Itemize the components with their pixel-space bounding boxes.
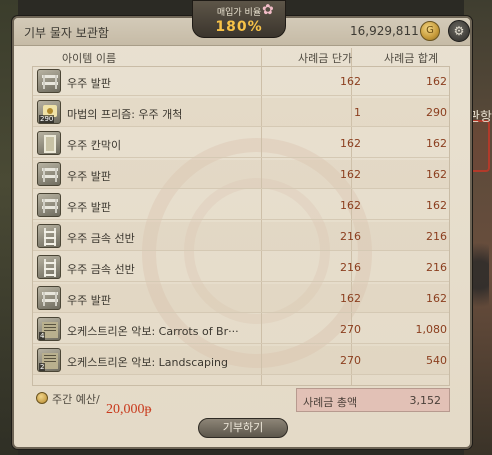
table-row[interactable]: 290 마법의 프리즘: 우주 개척 1 290 <box>33 98 449 127</box>
table-row[interactable]: 우주 칸막이 162 162 <box>33 129 449 158</box>
table-header: 아이템 이름 사례금 단가 사례금 합계 <box>32 48 450 66</box>
item-name: 우주 금속 선반 <box>67 263 135 276</box>
sheet-music-icon: 2 <box>37 348 61 372</box>
item-price: 216 <box>340 261 361 274</box>
donation-window: 기부 물자 보관함 16,929,811 G ⚙ 아이템 이름 사례금 단가 사… <box>12 16 472 449</box>
item-price: 162 <box>340 199 361 212</box>
item-name: 오케스트리온 악보: Landscaping <box>67 356 228 369</box>
scaffold-icon <box>37 69 61 93</box>
item-name: 우주 발판 <box>67 294 111 307</box>
item-price: 270 <box>340 354 361 367</box>
item-price: 1 <box>354 106 361 119</box>
item-total: 216 <box>426 230 447 243</box>
item-total: 162 <box>426 168 447 181</box>
table-row[interactable]: 우주 발판 162 162 <box>33 284 449 313</box>
close-icon[interactable]: ⚙ <box>448 20 470 42</box>
item-price: 216 <box>340 230 361 243</box>
donate-button[interactable]: 기부하기 <box>198 418 288 438</box>
reward-total-label: 사례금 총액 <box>303 396 358 409</box>
item-total: 162 <box>426 137 447 150</box>
item-total: 290 <box>426 106 447 119</box>
table-row[interactable]: 2 오케스트리온 악보: Landscaping 270 540 <box>33 346 449 375</box>
item-name: 우주 발판 <box>67 170 111 183</box>
budget-coin-icon <box>36 392 48 404</box>
column-header-price[interactable]: 사례금 단가 <box>298 50 352 66</box>
shelf-icon <box>37 224 61 248</box>
item-name: 우주 발판 <box>67 77 111 90</box>
gil-coin-icon: G <box>420 21 440 41</box>
item-table: 우주 발판 162 162 290 마법의 프리즘: 우주 개척 1 290 우주 칸막이 16… <box>32 66 450 386</box>
sheet-music-icon: 4 <box>37 317 61 341</box>
item-name: 오케스트리온 악보: Carrots of Br··· <box>67 325 239 338</box>
weekly-budget: 주간 예산/ 20,000ᵽ <box>32 390 232 420</box>
item-price: 162 <box>340 168 361 181</box>
table-row[interactable]: 우주 발판 162 162 <box>33 191 449 220</box>
item-price: 270 <box>340 323 361 336</box>
background-ornament <box>469 230 489 320</box>
table-row[interactable]: 4 오케스트리온 악보: Carrots of Br··· 270 1,080 <box>33 315 449 344</box>
reward-total: 사례금 총액 3,152 <box>296 388 450 412</box>
item-total: 540 <box>426 354 447 367</box>
item-price: 162 <box>340 292 361 305</box>
flower-icon: ✿ <box>262 2 274 18</box>
item-name: 마법의 프리즘: 우주 개척 <box>67 108 183 121</box>
budget-label: 주간 예산/ <box>52 393 100 406</box>
scaffold-icon <box>37 193 61 217</box>
item-name: 우주 금속 선반 <box>67 232 135 245</box>
purchase-rate-value: 180% <box>215 19 263 35</box>
table-row[interactable]: 우주 발판 162 162 <box>33 160 449 189</box>
column-header-total[interactable]: 사례금 합계 <box>384 50 438 66</box>
item-name: 우주 칸막이 <box>67 139 122 152</box>
item-total: 162 <box>426 75 447 88</box>
table-row[interactable]: 우주 금속 선반 216 216 <box>33 253 449 282</box>
item-price: 162 <box>340 137 361 150</box>
shelf-icon <box>37 255 61 279</box>
budget-value: 20,000ᵽ <box>106 402 152 417</box>
quantity-badge: 290 <box>39 115 55 123</box>
partition-icon <box>37 131 61 155</box>
quantity-badge: 4 <box>39 332 46 340</box>
quantity-badge: 2 <box>39 363 46 371</box>
column-header-name[interactable]: 아이템 이름 <box>62 50 116 66</box>
prism-icon: 290 <box>37 100 61 124</box>
item-name: 우주 발판 <box>67 201 111 214</box>
item-total: 162 <box>426 199 447 212</box>
item-price: 162 <box>340 75 361 88</box>
table-row[interactable]: 우주 금속 선반 216 216 <box>33 222 449 251</box>
window-title: 기부 물자 보관함 <box>24 26 109 40</box>
scaffold-icon <box>37 286 61 310</box>
reward-total-value: 3,152 <box>409 394 442 407</box>
item-total: 216 <box>426 261 447 274</box>
table-row[interactable]: 우주 발판 162 162 <box>33 67 449 96</box>
scaffold-icon <box>37 162 61 186</box>
gil-amount: 16,929,811 <box>350 24 419 38</box>
item-total: 162 <box>426 292 447 305</box>
item-total: 1,080 <box>415 323 448 336</box>
